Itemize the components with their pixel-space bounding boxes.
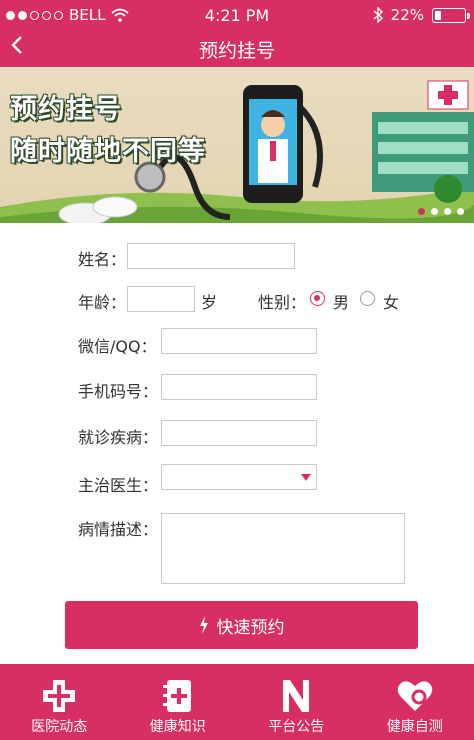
status-bar: BELL 4:21 PM 22% (0, 0, 474, 30)
doctor-select[interactable] (161, 464, 317, 490)
gender-female-radio[interactable] (360, 291, 375, 306)
description-label: 病情描述： (78, 520, 159, 539)
tab-health-self-test[interactable]: 健康自测 (356, 664, 474, 740)
doctor-label: 主治医生： (78, 476, 159, 495)
age-input[interactable] (127, 286, 195, 312)
description-textarea[interactable] (161, 513, 405, 584)
heart-search-icon (397, 681, 433, 711)
disease-label: 就诊疾病： (78, 428, 159, 447)
status-right: 22% (373, 6, 470, 24)
banner-pager-dot[interactable] (444, 208, 451, 215)
phone-label: 手机码号： (78, 382, 159, 401)
banner-pager-dot[interactable] (418, 208, 425, 215)
gender-male-radio[interactable] (310, 291, 325, 306)
battery-icon (432, 7, 470, 23)
disease-input[interactable] (161, 420, 317, 446)
gender-female-label: 女 (383, 293, 400, 312)
banner-pager (418, 208, 464, 215)
tab-platform-notice[interactable]: 平台公告 (237, 664, 356, 740)
health-book-icon (162, 680, 191, 712)
name-input[interactable] (127, 243, 295, 269)
age-label: 年龄： (78, 293, 127, 312)
age-unit: 岁 (201, 293, 218, 312)
banner-headline-2: 随时随地不同等 (10, 136, 206, 167)
name-label: 姓名： (78, 250, 127, 269)
bottom-tab-bar: 医院动态 健康知识 平台公告 健康自测 (0, 664, 474, 740)
bluetooth-icon (373, 7, 383, 23)
tab-label: 医院动态 (31, 719, 88, 735)
tab-label: 平台公告 (268, 719, 325, 735)
phone-input[interactable] (161, 374, 317, 400)
quick-book-label: 快速预约 (216, 617, 285, 638)
battery-percent: 22% (390, 6, 424, 24)
tab-label: 健康自测 (386, 719, 443, 735)
dropdown-arrow-icon (301, 474, 311, 481)
tab-label: 健康知识 (149, 719, 206, 735)
banner-pager-dot[interactable] (431, 208, 438, 215)
wechat-label: 微信/QQ： (78, 337, 157, 356)
wechat-input[interactable] (161, 328, 317, 354)
gender-label: 性别： (258, 293, 307, 312)
nav-bar: 预约挂号 (0, 30, 474, 67)
hospital-cross-icon (43, 680, 76, 712)
promo-banner[interactable]: 预约挂号 随时随地不同等 (0, 67, 474, 223)
page-title: 预约挂号 (198, 40, 275, 62)
announcement-n-icon (283, 680, 310, 712)
quick-book-button[interactable]: 快速预约 (65, 601, 418, 649)
top-bar: BELL 4:21 PM 22% 预约挂号 (0, 0, 474, 67)
tab-health-knowledge[interactable]: 健康知识 (119, 664, 238, 740)
gender-male-label: 男 (333, 293, 350, 312)
banner-pager-dot[interactable] (457, 208, 464, 215)
banner-headline-1: 预约挂号 (10, 94, 122, 125)
lightning-icon (199, 616, 208, 634)
tab-hospital-news[interactable]: 医院动态 (0, 664, 119, 740)
